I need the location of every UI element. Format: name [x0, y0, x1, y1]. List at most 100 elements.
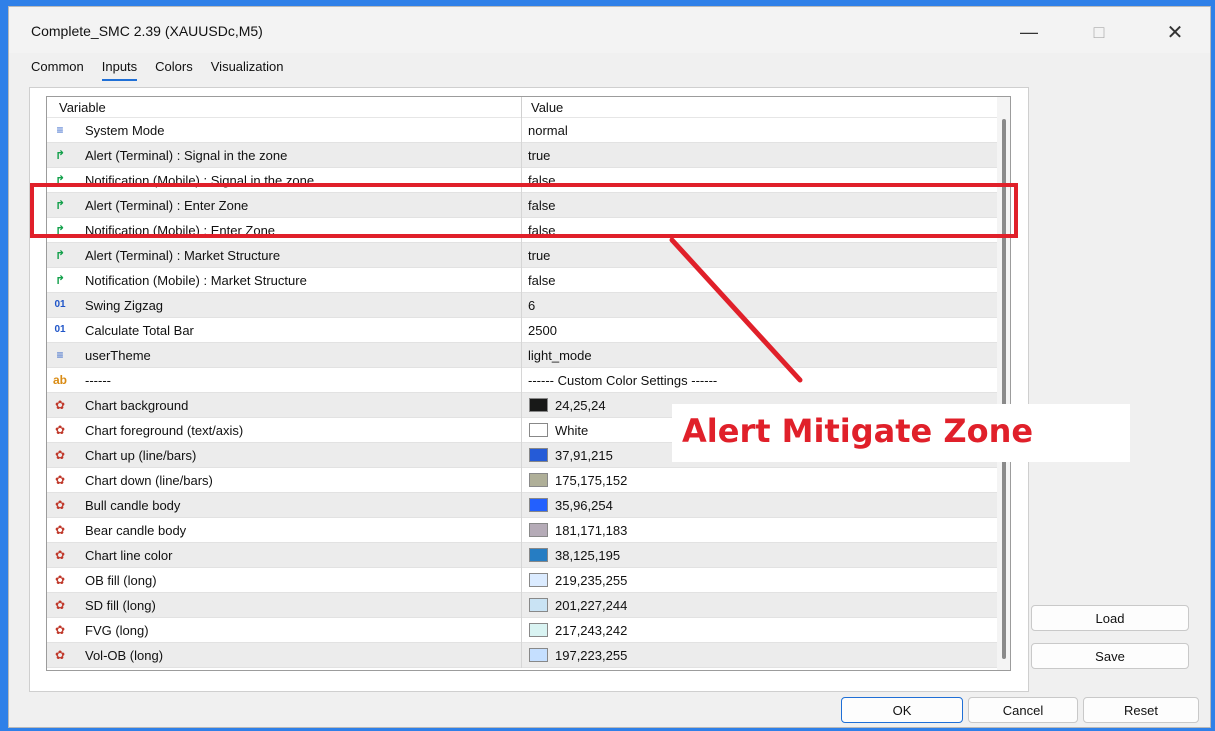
bool-arrow-icon: ↱ [54, 223, 66, 237]
cell-divider [521, 618, 522, 643]
variable-value[interactable]: 38,125,195 [555, 548, 620, 563]
table-row[interactable]: ✿ Vol-OB (long) 197,223,255 [47, 643, 997, 668]
variable-value[interactable]: 201,227,244 [555, 598, 627, 613]
table-row[interactable]: ✿ Bear candle body 181,171,183 [47, 518, 997, 543]
variable-value[interactable]: 2500 [528, 323, 557, 338]
table-row[interactable]: ✿ Bull candle body 35,96,254 [47, 493, 997, 518]
variable-value[interactable]: 6 [528, 298, 535, 313]
variable-name: Alert (Terminal) : Market Structure [85, 248, 281, 263]
variable-name: Chart foreground (text/axis) [85, 423, 244, 438]
variable-value[interactable]: 197,223,255 [555, 648, 627, 663]
color-swatch[interactable] [529, 648, 548, 662]
column-header-value[interactable]: Value [531, 100, 563, 115]
column-header-variable[interactable]: Variable [59, 100, 106, 115]
title-bar: Complete_SMC 2.39 (XAUUSDc,M5) — □ ✕ [9, 7, 1210, 53]
bool-arrow-icon: ↱ [54, 248, 66, 262]
save-button[interactable]: Save [1031, 643, 1189, 669]
variable-value[interactable]: light_mode [528, 348, 592, 363]
cell-divider [521, 418, 522, 443]
variable-name: Chart up (line/bars) [85, 448, 197, 463]
variable-value[interactable]: false [528, 223, 555, 238]
variable-name: SD fill (long) [85, 598, 156, 613]
tab-visualization[interactable]: Visualization [211, 59, 284, 81]
table-row[interactable]: ✿ OB fill (long) 219,235,255 [47, 568, 997, 593]
palette-icon: ✿ [54, 548, 66, 562]
table-row[interactable]: ↱ Notification (Mobile) : Enter Zone false [47, 218, 997, 243]
table-row[interactable]: ✿ Chart line color 38,125,195 [47, 543, 997, 568]
cell-divider [521, 268, 522, 293]
color-swatch[interactable] [529, 573, 548, 587]
color-swatch[interactable] [529, 498, 548, 512]
scrollbar-thumb[interactable] [1002, 119, 1006, 659]
cell-divider [521, 568, 522, 593]
variable-value[interactable]: false [528, 173, 555, 188]
table-row[interactable]: ↱ Notification (Mobile) : Market Structur… [47, 268, 997, 293]
minimize-icon[interactable]: — [1009, 17, 1049, 47]
variable-value[interactable]: 217,243,242 [555, 623, 627, 638]
variable-name: System Mode [85, 123, 165, 138]
table-row[interactable]: 01 Swing Zigzag 6 [47, 293, 997, 318]
cell-divider [521, 118, 522, 143]
table-row[interactable]: ✿ SD fill (long) 201,227,244 [47, 593, 997, 618]
variable-value[interactable]: 37,91,215 [555, 448, 613, 463]
table-row[interactable]: ab ------ ------ Custom Color Settings ---… [47, 368, 997, 393]
variable-name: Vol-OB (long) [85, 648, 164, 663]
callout-text: Alert Mitigate Zone [682, 412, 1034, 450]
table-row[interactable]: ↱ Alert (Terminal) : Market Structure true [47, 243, 997, 268]
palette-icon: ✿ [54, 398, 66, 412]
reset-button[interactable]: Reset [1083, 697, 1199, 723]
ok-button[interactable]: OK [841, 697, 963, 723]
variable-name: Swing Zigzag [85, 298, 164, 313]
color-swatch[interactable] [529, 473, 548, 487]
table-row[interactable]: ≡ System Mode normal [47, 118, 997, 143]
tab-colors[interactable]: Colors [155, 59, 193, 81]
tab-common[interactable]: Common [31, 59, 84, 81]
variable-value[interactable]: true [528, 148, 550, 163]
color-swatch[interactable] [529, 423, 548, 437]
column-divider[interactable] [521, 97, 522, 118]
cell-divider [521, 193, 522, 218]
color-swatch[interactable] [529, 623, 548, 637]
cancel-button[interactable]: Cancel [968, 697, 1078, 723]
variable-value[interactable]: normal [528, 123, 568, 138]
variable-value[interactable]: 35,96,254 [555, 498, 613, 513]
close-icon[interactable]: ✕ [1155, 17, 1195, 47]
table-row[interactable]: ↱ Alert (Terminal) : Enter Zone false [47, 193, 997, 218]
variable-value[interactable]: ------ Custom Color Settings ------ [528, 373, 717, 388]
palette-icon: ✿ [54, 598, 66, 612]
list-icon: ≡ [56, 348, 64, 362]
variable-value[interactable]: 175,175,152 [555, 473, 627, 488]
variable-value[interactable]: 24,25,24 [555, 398, 606, 413]
vertical-scrollbar[interactable] [997, 97, 1010, 670]
table-row[interactable]: ✿ Chart down (line/bars) 175,175,152 [47, 468, 997, 493]
variable-value[interactable]: true [528, 248, 550, 263]
string-icon: ab [53, 373, 68, 387]
color-swatch[interactable] [529, 448, 548, 462]
palette-icon: ✿ [54, 498, 66, 512]
window-title: Complete_SMC 2.39 (XAUUSDc,M5) [31, 23, 263, 39]
cell-divider [521, 143, 522, 168]
color-swatch[interactable] [529, 523, 548, 537]
variable-value[interactable]: false [528, 273, 555, 288]
color-swatch[interactable] [529, 548, 548, 562]
palette-icon: ✿ [54, 473, 66, 487]
variable-name: Notification (Mobile) : Market Structure [85, 273, 307, 288]
cell-divider [521, 218, 522, 243]
table-row[interactable]: ≡ userTheme light_mode [47, 343, 997, 368]
variable-value[interactable]: White [555, 423, 588, 438]
load-button[interactable]: Load [1031, 605, 1189, 631]
variable-value[interactable]: false [528, 198, 555, 213]
bool-arrow-icon: ↱ [54, 198, 66, 212]
cell-divider [521, 543, 522, 568]
variable-value[interactable]: 219,235,255 [555, 573, 627, 588]
table-row[interactable]: ↱ Alert (Terminal) : Signal in the zone tr… [47, 143, 997, 168]
table-row[interactable]: ↱ Notification (Mobile) : Signal in the z… [47, 168, 997, 193]
tab-inputs[interactable]: Inputs [101, 59, 138, 81]
variable-value[interactable]: 181,171,183 [555, 523, 627, 538]
color-swatch[interactable] [529, 398, 548, 412]
cell-divider [521, 443, 522, 468]
table-row[interactable]: ✿ FVG (long) 217,243,242 [47, 618, 997, 643]
color-swatch[interactable] [529, 598, 548, 612]
table-row[interactable]: 01 Calculate Total Bar 2500 [47, 318, 997, 343]
maximize-icon[interactable]: □ [1079, 17, 1119, 47]
